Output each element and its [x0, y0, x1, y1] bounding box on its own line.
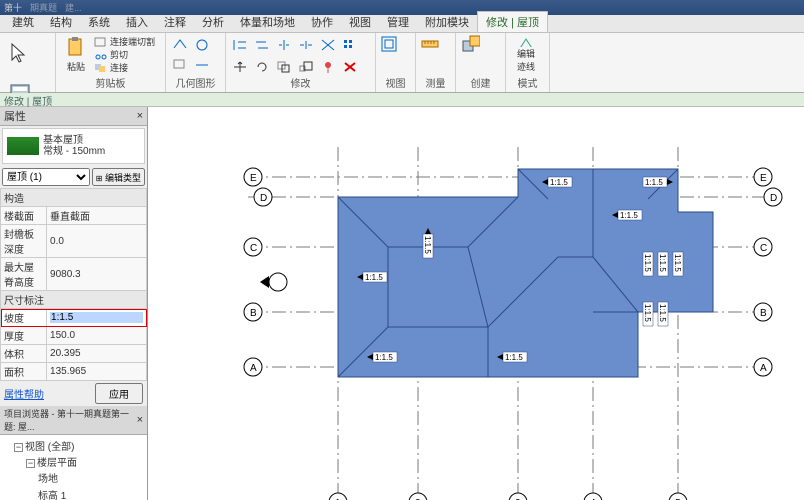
view-btn[interactable]: [380, 35, 400, 55]
tab-view[interactable]: 视图: [341, 12, 379, 32]
edit-footprint-button[interactable]: 编辑迹线: [510, 35, 542, 73]
properties-help-link[interactable]: 属性帮助: [0, 384, 48, 403]
svg-text:B: B: [250, 308, 257, 319]
ribbon: 选择 属性 粘贴 连接端切割 剪切 连接 剪贴板: [0, 33, 804, 93]
svg-text:1:1.5: 1:1.5: [673, 254, 682, 272]
svg-text:E: E: [760, 173, 767, 184]
tree-views[interactable]: −视图 (全部) −楼层平面 场地 标高 1 标高 2 +天花板平面 −三维视图: [14, 437, 145, 500]
ribbon-tabs: 建筑 结构 系统 插入 注释 分析 体量和场地 协作 视图 管理 附加模块 修改…: [0, 15, 804, 33]
svg-text:1:1.5: 1:1.5: [505, 353, 523, 362]
tab-modify-roof[interactable]: 修改 | 屋顶: [477, 11, 548, 32]
mod-split[interactable]: [296, 35, 316, 55]
svg-text:1:1.5: 1:1.5: [643, 304, 652, 322]
grid-bubbles-left: E D C B A: [244, 168, 272, 376]
mod-align[interactable]: [230, 35, 250, 55]
context-bar: 修改 | 屋顶: [0, 93, 804, 107]
svg-text:C: C: [760, 243, 767, 254]
svg-text:A: A: [760, 363, 767, 374]
close-browser-icon[interactable]: ×: [137, 414, 143, 426]
tab-addin[interactable]: 附加模块: [417, 12, 477, 32]
tab-manage[interactable]: 管理: [379, 12, 417, 32]
select-button[interactable]: [4, 35, 36, 73]
roof-fill[interactable]: [338, 169, 713, 377]
type-preview[interactable]: 基本屋顶常规 - 150mm: [2, 128, 145, 164]
svg-text:1:1.5: 1:1.5: [365, 273, 383, 282]
join-button[interactable]: 连接: [94, 61, 155, 74]
mod-move[interactable]: [230, 57, 250, 77]
roof-swatch-icon: [7, 137, 39, 155]
instance-selector[interactable]: 屋顶 (1): [2, 168, 90, 186]
tab-collab[interactable]: 协作: [303, 12, 341, 32]
svg-text:1:1.5: 1:1.5: [620, 211, 638, 220]
properties-grid: 构造 楼截面垂直截面 封檐板深度0.0 最大屋脊高度9080.3 尺寸标注 坡度…: [0, 188, 147, 381]
svg-text:D: D: [260, 193, 267, 204]
tab-analyze[interactable]: 分析: [194, 12, 232, 32]
apply-button[interactable]: 应用: [95, 383, 143, 404]
svg-text:E: E: [250, 173, 257, 184]
tree-level1[interactable]: 标高 1: [38, 486, 145, 500]
project-browser-tree: −视图 (全部) −楼层平面 场地 标高 1 标高 2 +天花板平面 −三维视图: [0, 435, 147, 500]
tree-floorplans[interactable]: −楼层平面 场地 标高 1 标高 2: [26, 453, 145, 500]
properties-header: 属性 ×: [0, 107, 147, 126]
svg-text:D: D: [770, 193, 777, 204]
drawing-canvas[interactable]: 1:1.5 1:1.5 1:1.5 1:1.5 1:1.5 1:1.5 1:1.…: [148, 107, 804, 500]
geom-btn3[interactable]: [192, 35, 212, 55]
slope-input[interactable]: [50, 312, 143, 323]
mod-mirror[interactable]: [274, 35, 294, 55]
tab-mass[interactable]: 体量和场地: [232, 12, 303, 32]
svg-text:A: A: [250, 363, 257, 374]
geom-btn2[interactable]: [170, 55, 190, 75]
close-properties-icon[interactable]: ×: [137, 110, 143, 122]
svg-text:C: C: [250, 243, 257, 254]
edit-type-button[interactable]: ⊞ 编辑类型: [92, 168, 145, 186]
paste-button[interactable]: 粘贴: [60, 36, 92, 74]
geom-btn4[interactable]: [192, 55, 212, 75]
tab-insert[interactable]: 插入: [118, 12, 156, 32]
svg-text:1:1.5: 1:1.5: [550, 178, 568, 187]
mod-del[interactable]: [340, 57, 360, 77]
svg-text:1:1.5: 1:1.5: [658, 304, 667, 322]
mod-copy[interactable]: [274, 57, 294, 77]
mod-offset[interactable]: [252, 35, 272, 55]
geom-btn1[interactable]: [170, 35, 190, 55]
join-cut-button[interactable]: 连接端切割: [94, 35, 155, 48]
tab-annot[interactable]: 注释: [156, 12, 194, 32]
mod-trim[interactable]: [318, 35, 338, 55]
svg-text:1:1.5: 1:1.5: [645, 178, 663, 187]
cut-button[interactable]: 剪切: [94, 48, 155, 61]
tab-struct[interactable]: 结构: [42, 12, 80, 32]
mod-array[interactable]: [340, 35, 360, 55]
svg-text:B: B: [760, 308, 767, 319]
create-btn[interactable]: [460, 35, 480, 55]
tab-sys[interactable]: 系统: [80, 12, 118, 32]
mod-rotate[interactable]: [252, 57, 272, 77]
mod-pin[interactable]: [318, 57, 338, 77]
mod-scale[interactable]: [296, 57, 316, 77]
svg-text:1:1.5: 1:1.5: [643, 254, 652, 272]
svg-text:1:1.5: 1:1.5: [423, 236, 432, 254]
elevation-marker-icon[interactable]: [260, 273, 287, 291]
browser-header: 项目浏览器 - 第十一期真题第一题: 屋... ×: [0, 406, 147, 435]
grid-bubbles-right: E D C B A: [754, 168, 782, 376]
measure-btn[interactable]: [420, 35, 440, 55]
tab-arch[interactable]: 建筑: [4, 12, 42, 32]
grid-bubbles-bottom: 1 2 3 4 5: [329, 493, 687, 500]
tree-site[interactable]: 场地: [38, 469, 145, 486]
svg-text:1:1.5: 1:1.5: [375, 353, 393, 362]
svg-text:1:1.5: 1:1.5: [658, 254, 667, 272]
